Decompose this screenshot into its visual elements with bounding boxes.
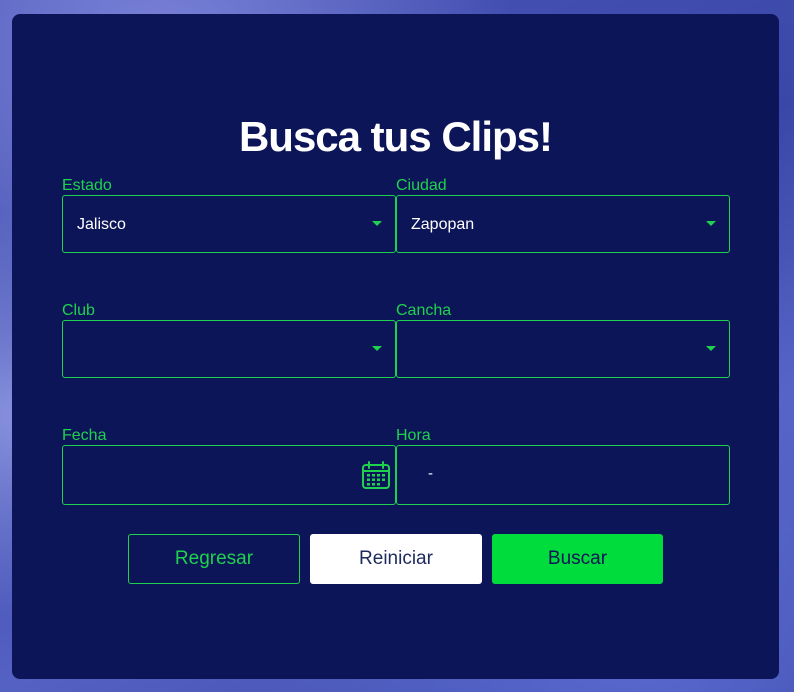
cancha-label: Cancha bbox=[396, 302, 452, 319]
cancha-select[interactable] bbox=[396, 320, 730, 378]
fecha-label: Fecha bbox=[62, 427, 107, 444]
chevron-down-icon bbox=[706, 346, 716, 351]
hora-label: Hora bbox=[396, 427, 431, 444]
chevron-down-icon bbox=[372, 346, 382, 351]
page-title: Busca tus Clips! bbox=[238, 113, 553, 160]
back-button[interactable]: Regresar bbox=[128, 534, 300, 584]
ciudad-selected-value: Zapopan bbox=[411, 216, 475, 233]
estado-label: Estado bbox=[62, 177, 112, 194]
ciudad-select[interactable]: Zapopan bbox=[396, 195, 730, 253]
club-label: Club bbox=[62, 302, 95, 319]
chevron-down-icon bbox=[706, 221, 716, 226]
fecha-input[interactable] bbox=[62, 445, 396, 505]
calendar-icon[interactable] bbox=[361, 460, 391, 490]
club-select[interactable] bbox=[62, 320, 396, 378]
estado-selected-value: Jalisco bbox=[77, 216, 126, 233]
search-button[interactable]: Buscar bbox=[492, 534, 663, 584]
ciudad-label: Ciudad bbox=[396, 177, 447, 194]
hora-value: - bbox=[428, 465, 433, 482]
estado-select[interactable]: Jalisco bbox=[62, 195, 396, 253]
hora-input[interactable]: - bbox=[396, 445, 730, 505]
search-clips-card: Busca tus Clips! Estado Jalisco Ciudad Z… bbox=[12, 14, 779, 679]
chevron-down-icon bbox=[372, 221, 382, 226]
reset-button[interactable]: Reiniciar bbox=[310, 534, 482, 584]
